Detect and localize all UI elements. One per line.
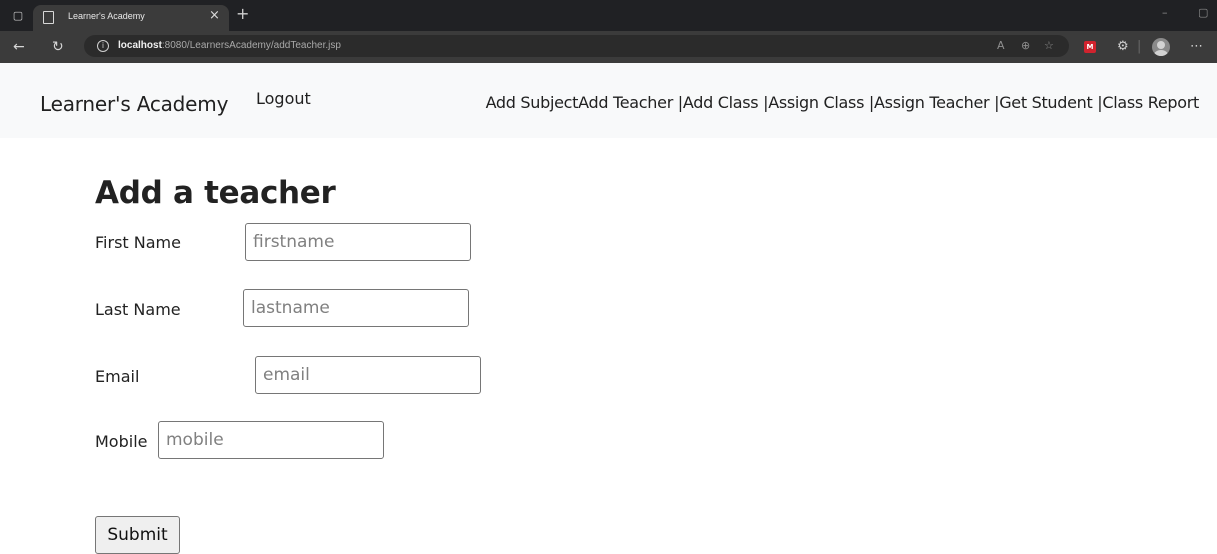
profile-avatar-icon[interactable]	[1152, 38, 1170, 56]
back-icon[interactable]: ←	[13, 39, 25, 55]
address-bar[interactable]: i localhost:8080/LearnersAcademy/addTeac…	[84, 35, 1069, 57]
window-menu-icon[interactable]: ▢	[10, 8, 26, 23]
refresh-icon[interactable]: ↻	[52, 39, 64, 55]
minimize-icon[interactable]: –	[1162, 6, 1168, 19]
site-navbar: Learner's Academy Logout Add SubjectAdd …	[0, 63, 1217, 138]
mobile-label: Mobile	[95, 432, 148, 451]
nav-get-student[interactable]: Get Student |	[999, 93, 1102, 112]
brand-link[interactable]: Learner's Academy	[40, 92, 228, 116]
browser-tab[interactable]: Learner's Academy ×	[33, 5, 229, 31]
browser-toolbar: ← ↻ i localhost:8080/LearnersAcademy/add…	[0, 31, 1217, 63]
nav-add-teacher[interactable]: Add Teacher |	[578, 93, 683, 112]
nav-assign-class[interactable]: Assign Class |	[768, 93, 874, 112]
more-menu-icon[interactable]: ⋯	[1190, 39, 1203, 54]
email-label: Email	[95, 367, 140, 386]
read-aloud-icon[interactable]: A	[997, 39, 1005, 52]
first-name-label: First Name	[95, 233, 181, 252]
first-name-input[interactable]	[245, 223, 471, 261]
new-tab-icon[interactable]: +	[236, 4, 249, 23]
nav-add-class[interactable]: Add Class |	[683, 93, 769, 112]
favorite-icon[interactable]: ☆	[1044, 39, 1054, 52]
info-icon[interactable]: i	[97, 40, 109, 52]
logout-link[interactable]: Logout	[256, 89, 311, 108]
nav-assign-teacher[interactable]: Assign Teacher |	[874, 93, 999, 112]
mobile-input[interactable]	[158, 421, 384, 459]
extensions-icon[interactable]: ⚙	[1117, 39, 1129, 54]
last-name-input[interactable]	[243, 289, 469, 327]
last-name-label: Last Name	[95, 300, 181, 319]
close-tab-icon[interactable]: ×	[209, 8, 220, 23]
extension-icon[interactable]: M	[1084, 41, 1096, 53]
zoom-icon[interactable]: ⊕	[1021, 39, 1030, 52]
nav-class-report[interactable]: Class Report	[1102, 93, 1199, 112]
url-text[interactable]: localhost:8080/LearnersAcademy/addTeache…	[118, 40, 341, 51]
browser-tab-strip: ▢ Learner's Academy × + – ▢	[0, 0, 1217, 31]
page-title: Add a teacher	[95, 175, 336, 211]
nav-links: Add SubjectAdd Teacher |Add Class |Assig…	[486, 93, 1200, 112]
page-icon	[43, 11, 54, 24]
email-input[interactable]	[255, 356, 481, 394]
toolbar-divider: |	[1137, 39, 1142, 54]
tab-title: Learner's Academy	[68, 11, 145, 21]
restore-icon[interactable]: ▢	[1198, 6, 1208, 19]
nav-add-subject[interactable]: Add Subject	[486, 93, 579, 112]
submit-button[interactable]: Submit	[95, 516, 180, 554]
